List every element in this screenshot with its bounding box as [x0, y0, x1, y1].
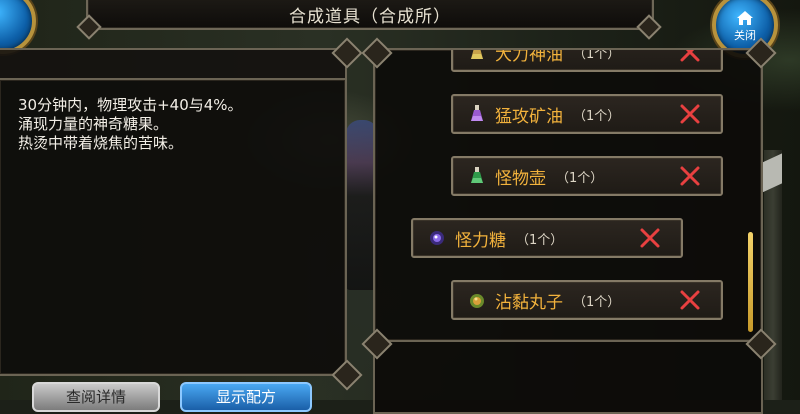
item-name: 大力神油 — [495, 48, 563, 65]
description-line: 涌现力量的神奇糖果。 — [18, 115, 169, 133]
item-description: 30分钟内，物理攻击+40与4%。 涌现力量的神奇糖果。 热烫中带着烧焦的苦味。 — [18, 96, 243, 153]
show-recipe-label: 显示配方 — [215, 388, 276, 406]
list-item-selected[interactable]: 怪力糖 （1个） — [411, 218, 683, 258]
item-description-panel: 30分钟内，物理攻击+40与4%。 涌现力量的神奇糖果。 热烫中带着烧焦的苦味。 — [0, 78, 347, 376]
view-details-button[interactable]: 查阅详情 — [32, 382, 160, 412]
item-quantity: （1个） — [516, 232, 564, 248]
description-line: 热烫中带着烧焦的苦味。 — [18, 134, 184, 152]
list-scrollbar-thumb[interactable] — [748, 232, 753, 332]
item-quantity: （1个） — [573, 48, 621, 62]
item-name: 怪力糖 — [455, 230, 506, 251]
list-item[interactable]: 怪物壶 （1个） — [451, 156, 723, 196]
window-title: 合成道具（合成所） — [289, 6, 451, 27]
remove-item-button[interactable] — [679, 50, 701, 63]
remove-item-button[interactable] — [679, 103, 701, 125]
material-list-panel: 大力神油 （1个） 猛攻矿油 （1个） 怪物壶 （1个） 怪力糖 （1个） 沾黏… — [373, 48, 763, 342]
candy-icon — [427, 228, 447, 248]
window-title-bar: 合成道具（合成所） — [86, 0, 654, 30]
item-quantity: （1个） — [573, 108, 621, 124]
description-line: 30分钟内，物理攻击+40与4%。 — [18, 96, 243, 114]
list-item[interactable]: 沾黏丸子 （1个） — [451, 280, 723, 320]
item-quantity: （1个） — [556, 170, 604, 186]
item-name: 怪物壶 — [495, 168, 546, 189]
description-header-frame — [0, 48, 347, 80]
remove-item-button[interactable] — [679, 165, 701, 187]
list-item[interactable]: 猛攻矿油 （1个） — [451, 94, 723, 134]
show-recipe-button[interactable]: 显示配方 — [180, 382, 312, 412]
item-name: 沾黏丸子 — [495, 292, 563, 313]
view-details-label: 查阅详情 — [65, 388, 126, 406]
item-name: 猛攻矿油 — [495, 106, 563, 127]
item-quantity: （1个） — [573, 294, 621, 310]
list-item[interactable]: 大力神油 （1个） — [451, 48, 723, 72]
potion-icon — [467, 104, 487, 124]
potion-icon — [467, 50, 487, 62]
potion-icon — [467, 166, 487, 186]
home-icon — [736, 10, 754, 26]
remove-item-button[interactable] — [679, 289, 701, 311]
remove-item-button[interactable] — [639, 227, 661, 249]
dumpling-icon — [467, 290, 487, 310]
list-footer-panel — [373, 340, 763, 414]
close-label: 关闭 — [734, 28, 756, 42]
